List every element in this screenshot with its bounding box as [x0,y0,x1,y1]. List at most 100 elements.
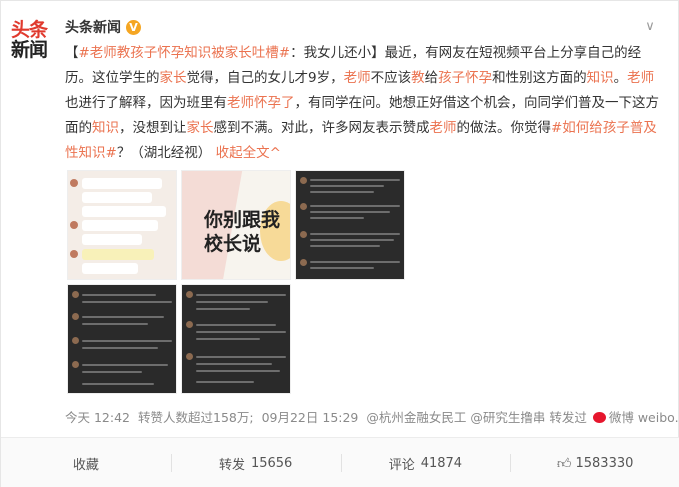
collapse-text-label: 收起全文 [215,145,270,161]
comment-line [310,217,364,219]
keyword-highlight: 知识 [586,70,614,86]
chat-bubble [82,234,142,245]
comment-avatar [300,231,307,238]
chat-bubble [82,192,152,203]
chat-bubble [82,178,162,189]
comment-line [82,294,156,296]
image-caption-line2: 校长说 [204,233,262,255]
chevron-down-icon[interactable]: ∨ [642,19,658,35]
like-count: 1583330 [575,455,634,471]
post-image-4[interactable] [67,284,177,394]
comment-line [310,179,400,181]
post-text-segment: 【 [65,45,79,61]
keyword-highlight: 老师 [343,70,371,86]
comment-line [310,267,374,269]
comment-line [310,233,400,235]
comment-line [196,356,286,358]
comment-line [196,363,272,365]
weibo-logo-icon [592,412,606,423]
author-header: 头条新闻 V [65,17,141,37]
post-text-segment: 觉得，自己的女儿才9岁， [186,70,344,86]
chat-bubble [82,263,138,274]
comment-line [82,347,158,349]
post-date: 09月22日 15:29 [261,410,359,425]
keyword-highlight: 孩子 [602,120,630,136]
action-bar: 收藏 转发 15656 评论 41874 👍︎ 1583330 [1,437,679,487]
comment-avatar [186,321,193,328]
comment-avatar [186,353,193,360]
post-text-segment: 的做法。你觉得 [456,120,552,136]
post-image-1[interactable] [67,170,177,280]
post-time[interactable]: 今天 12:42 [65,407,130,426]
post-text-segment: ？（湖北经视） [116,145,212,161]
comment-avatar [72,361,79,368]
like-button[interactable]: 👍︎ 1583330 [510,438,679,487]
comment-line [196,324,276,326]
chat-avatar [70,221,78,229]
repost-chain[interactable]: @杭州金融女民工 @研究生撸串 转发过 [366,407,586,426]
comment-label: 评论 [388,457,415,473]
comment-line [196,370,280,372]
post-image-5[interactable] [181,284,291,394]
comment-line [196,308,250,310]
post-text-segment: ，没想到让 [119,120,187,136]
comment-avatar [186,291,193,298]
chat-bubble [82,249,154,260]
read-count: 转赞人数超过158万; [138,410,254,425]
chat-avatar [70,250,78,258]
comment-avatar [72,313,79,320]
post-text-segment: 感到不满。对此，许多网友表示赞成 [213,120,430,136]
comment-line [196,338,260,340]
weibo-post-card: 头条 新闻 头条新闻 V ∨ 【#老师教孩子怀孕知识被家长吐槽#：我女儿还小】最… [0,0,679,487]
comment-count: 41874 [420,455,463,471]
hashtag-link[interactable]: #如何给 [551,120,603,136]
avatar-text-top: 头条 [11,19,48,41]
comment-avatar [300,203,307,210]
comment-line [310,239,394,241]
repost-label: 转发 [218,457,245,473]
comment-button[interactable]: 评论 41874 [340,438,511,487]
chat-avatar [70,179,78,187]
collapse-text-link[interactable]: 收起全文^ [216,145,281,161]
hashtag-link[interactable]: #老师教孩子怀孕知识被家长吐槽# [79,45,291,61]
post-image-2[interactable]: 你别跟我 校长说 [181,170,291,280]
comment-line [82,323,148,325]
keyword-highlight: 老师怀孕了 [227,95,295,111]
keyword-highlight: 知识 [92,120,119,136]
keyword-highlight: 孩子怀孕 [438,70,493,86]
comment-line [196,381,254,383]
thumbs-up-icon: 👍︎ [556,455,572,472]
favorite-button[interactable]: 收藏 [1,438,171,487]
image-caption-line1: 你别跟我 [204,209,281,231]
hashtag-link[interactable]: # [106,145,117,161]
keyword-highlight: 家长 [186,120,214,136]
favorite-label: 收藏 [72,457,99,473]
repost-count: 15656 [250,455,293,471]
keyword-highlight: 教 [411,70,425,86]
chat-bubble [82,206,166,217]
post-image-3[interactable] [295,170,405,280]
keyword-highlight: 老师 [627,70,655,86]
comment-line [196,331,286,333]
comment-line [196,294,286,296]
post-text-segment: 也进行了解释，因为班里有 [65,95,227,111]
comment-line [310,211,390,213]
post-text: 【#老师教孩子怀孕知识被家长吐槽#：我女儿还小】最近，有网友在短视频平台上分享自… [65,41,665,166]
comment-line [310,245,380,247]
post-text-segment: 和性别这方面的 [492,70,587,86]
avatar-text-bottom: 新闻 [11,39,48,61]
avatar[interactable]: 头条 新闻 [11,21,51,63]
post-meta: 今天 12:42 转赞人数超过158万; 09月22日 15:29 @杭州金融女… [65,407,679,426]
comment-line [310,261,400,263]
comment-line [310,185,384,187]
keyword-highlight: 家长 [159,70,187,86]
chevron-up-icon: ^ [269,145,281,161]
comment-line [82,383,154,385]
comment-line [196,301,268,303]
verified-icon: V [126,19,141,35]
post-text-segment: 给 [424,70,439,86]
post-source[interactable]: 微博 weibo.com [609,407,679,426]
author-name[interactable]: 头条新闻 [65,17,121,37]
repost-button[interactable]: 转发 15656 [170,438,341,487]
comment-line [82,301,172,303]
